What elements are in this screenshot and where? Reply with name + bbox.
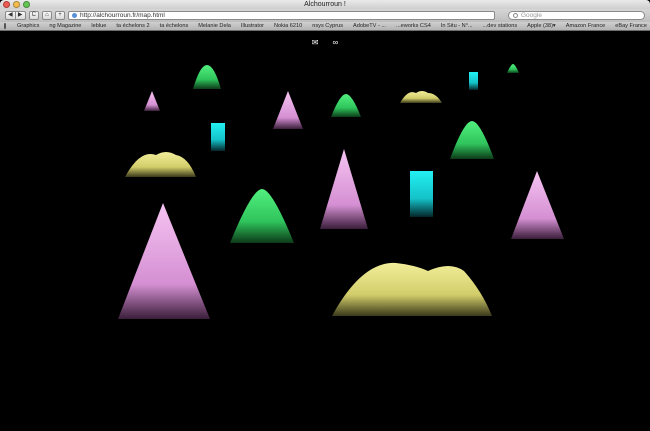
home-button[interactable]: ⌂	[41, 11, 52, 20]
pink-peak-small	[144, 91, 160, 111]
pink-peak-right	[511, 171, 564, 239]
mountain-map	[118, 64, 564, 319]
add-bookmark-button[interactable]: +	[54, 11, 65, 20]
bookmark-item[interactable]: Melanie Dela	[193, 23, 236, 29]
cyan-block-mid	[211, 123, 225, 151]
infinity-icon[interactable]: ∞	[333, 39, 339, 47]
bookmarks-book-icon[interactable]	[4, 23, 6, 29]
title-bar: Alchourroun !	[0, 0, 650, 9]
bookmark-item[interactable]: eBay France	[610, 23, 650, 29]
bookmark-item[interactable]: Apple (38)▾	[522, 23, 561, 29]
window-title: Alchourroun !	[304, 1, 346, 8]
pink-peak-1	[273, 91, 303, 129]
green-peak-top	[193, 65, 221, 89]
minimize-window-button[interactable]	[13, 1, 20, 8]
url-text: http://alchourroun.fr/map.html	[79, 12, 165, 19]
bookmark-item[interactable]: Graphics	[12, 23, 44, 29]
pink-peak-2	[320, 149, 368, 229]
yellow-hill-large	[332, 262, 492, 316]
traffic-lights	[3, 1, 30, 8]
search-icon	[513, 13, 518, 18]
bookmark-item[interactable]: Nokia 6210	[269, 23, 307, 29]
cyan-block-small	[469, 72, 478, 90]
search-placeholder: Google	[521, 12, 542, 19]
bookmark-item[interactable]: ta échelons	[155, 23, 194, 29]
bookmark-item[interactable]: ...dev stations	[478, 23, 523, 29]
address-bar[interactable]: http://alchourroun.fr/map.html	[67, 11, 495, 20]
yellow-hill-left	[125, 152, 196, 177]
yellow-hill-top	[400, 91, 442, 103]
back-button[interactable]: ◀	[5, 11, 16, 20]
bookmark-item[interactable]: nsys Cyprus	[307, 23, 348, 29]
top-nav-icons: ✉ ∞	[0, 39, 650, 47]
green-peak-mid	[331, 94, 361, 117]
bookmark-item[interactable]: ...eworks CS4	[391, 23, 436, 29]
green-peak-right	[450, 121, 494, 159]
bookmark-item[interactable]: Illustrator	[236, 23, 269, 29]
forward-button[interactable]: ▶	[15, 11, 26, 20]
nav-buttons: ◀ ▶	[5, 11, 26, 20]
bookmark-item[interactable]: ta échelons 2	[111, 23, 154, 29]
bookmark-item[interactable]: AdobeTV - ...	[348, 23, 391, 29]
envelope-icon[interactable]: ✉	[312, 39, 319, 47]
cyan-block-large	[410, 171, 433, 217]
bookmarks-bar: Graphics ng Magazine leblue ta échelons 2 ta…	[0, 22, 650, 31]
bookmark-item[interactable]: In Situ - N°...	[436, 23, 478, 29]
bookmark-item[interactable]: leblue	[86, 23, 111, 29]
browser-toolbar: ◀ ▶ C ⌂ + http://alchourroun.fr/map.html…	[0, 9, 650, 22]
green-peak-tiny	[507, 64, 519, 73]
bookmark-item[interactable]: Amazon France	[561, 23, 610, 29]
close-window-button[interactable]	[3, 1, 10, 8]
reload-button[interactable]: C	[28, 11, 39, 20]
pink-peak-large	[118, 203, 210, 319]
browser-window: Alchourroun ! ◀ ▶ C ⌂ + http://alchourro…	[0, 0, 650, 431]
page-content: ✉ ∞	[0, 31, 650, 431]
bookmark-item[interactable]: ng Magazine	[44, 23, 86, 29]
globe-icon	[71, 13, 77, 18]
search-field[interactable]: Google	[508, 11, 645, 20]
green-peak-large	[230, 189, 294, 243]
zoom-window-button[interactable]	[23, 1, 30, 8]
